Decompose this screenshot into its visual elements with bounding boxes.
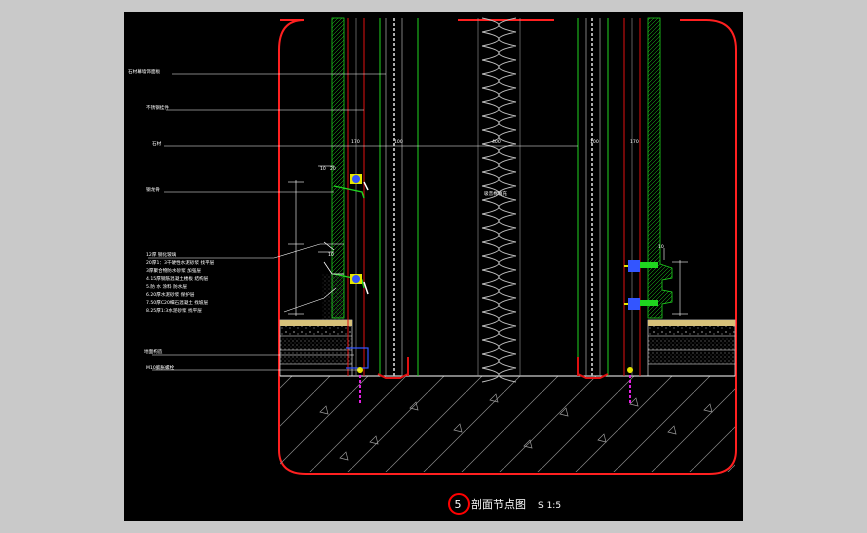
svg-text:10: 10 [658,244,664,250]
svg-text:20: 20 [330,166,336,172]
section-drawing: 石材幕墙饰面板 不锈钢挂件 石材 钢龙骨 吸音棉填充 12厚 钢化玻璃 20厚1… [128,17,737,515]
label-floor-construction: 地面构造 [144,348,163,355]
svg-text:5.防 水 涂料 防水层: 5.防 水 涂料 防水层 [146,283,187,290]
annotations: 石材幕墙饰面板 不锈钢挂件 石材 钢龙骨 吸音棉填充 12厚 钢化玻璃 20厚1… [128,68,664,371]
title-block: 5 剖面节点图 S 1:5 [448,493,561,515]
label-expansion-bolt: M10膨胀螺栓 [146,364,175,371]
label-stone-facade: 石材幕墙饰面板 [128,68,161,75]
svg-text:400: 400 [492,139,501,145]
svg-text:6.20厚水泥砂浆 保护层: 6.20厚水泥砂浆 保护层 [146,291,195,298]
svg-text:170: 170 [630,139,639,145]
svg-text:4.15厚钢筋混凝土楼板 结构层: 4.15厚钢筋混凝土楼板 结构层 [146,275,209,282]
svg-text:10: 10 [320,166,326,172]
base-channels [346,347,609,379]
detail-scale: S 1:5 [538,501,561,511]
svg-text:3厚聚合物防水砂浆 加强层: 3厚聚合物防水砂浆 加强层 [146,267,201,274]
svg-text:100: 100 [590,139,599,145]
label-stone: 石材 [152,140,162,147]
label-insulation: 吸音棉填充 [484,190,507,197]
construction-notes: 12厚 钢化玻璃 20厚1：3干硬性水泥砂浆 找平层 3厚聚合物防水砂浆 加强层… [146,251,215,314]
svg-text:8.25厚1:3水泥砂浆 找平层: 8.25厚1:3水泥砂浆 找平层 [146,307,202,314]
svg-text:7.50厚C20细石混凝土 找坡层: 7.50厚C20细石混凝土 找坡层 [146,299,208,306]
svg-text:20厚1：3干硬性水泥砂浆 找平层: 20厚1：3干硬性水泥砂浆 找平层 [146,259,215,266]
svg-text:170: 170 [351,139,360,145]
cad-viewport[interactable]: 石材幕墙饰面板 不锈钢挂件 石材 钢龙骨 吸音棉填充 12厚 钢化玻璃 20厚1… [124,12,743,521]
concrete-slab [280,375,735,472]
detail-number: 5 [455,498,462,511]
svg-text:100: 100 [394,139,403,145]
floor-layers-right [647,319,736,377]
label-steel-keel: 钢龙骨 [146,186,160,193]
svg-text:12厚 钢化玻璃: 12厚 钢化玻璃 [146,251,177,258]
insulation-core [477,17,521,383]
label-steel-hanger: 不锈钢挂件 [146,104,169,111]
detail-title: 剖面节点图 [471,497,526,511]
svg-text:10: 10 [328,252,334,258]
